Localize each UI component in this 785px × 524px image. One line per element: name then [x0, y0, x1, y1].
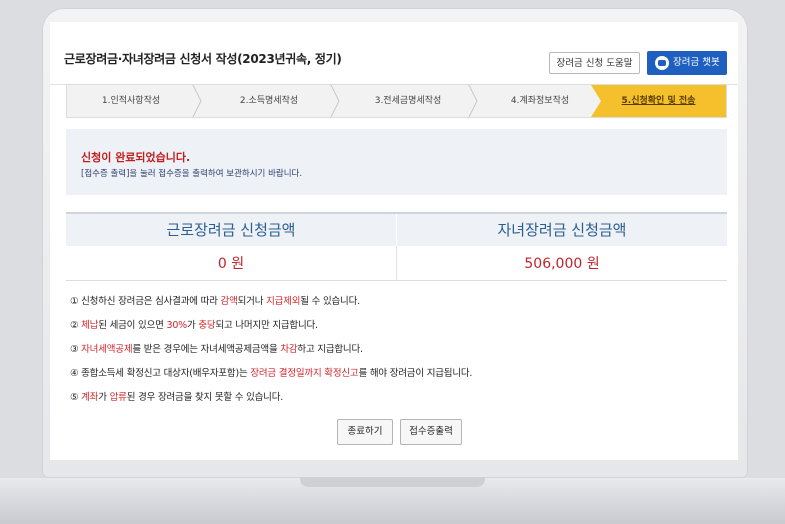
completion-notice: 신청이 완료되었습니다. [접수증 출력]을 눌러 접수증을 출력하여 보관하시… — [66, 129, 727, 195]
notice-item: ② 체납된 세금이 있으면 30%가 충당되고 나머지만 지급합니다. — [70, 317, 720, 341]
notice-text: ⑤ — [70, 392, 82, 403]
highlight-text: 자녀세액공제 — [81, 344, 133, 355]
step-4: 4.계좌정보작성 — [510, 96, 570, 106]
browser-screen: 근로장려금·자녀장려금 신청서 작성(2023년귀속, 정기) 장려금 신청 도… — [50, 22, 738, 460]
highlight-text: 계좌 — [81, 392, 99, 403]
help-button[interactable]: 장려금 신청 도움말 — [549, 52, 640, 74]
notice-text: 가 — [98, 392, 110, 403]
notice-list: ① 신청하신 장려금은 심사결과에 따라 감액되거나 지급제외될 수 있습니다.… — [70, 293, 720, 413]
step-separator-icon — [467, 85, 479, 117]
highlight-text: 체납 — [81, 320, 99, 331]
notice-text: 되거나 — [237, 296, 267, 307]
step-3: 3.전세금명세작성 — [374, 96, 442, 106]
highlight-text: 압류 — [109, 392, 127, 403]
print-receipt-button[interactable]: 접수증출력 — [400, 419, 462, 445]
earned-amount-value: 0 원 — [217, 256, 245, 272]
notice-subtitle: [접수증 출력]을 눌러 접수증을 출력하여 보관하시기 바랍니다. — [81, 169, 303, 179]
notice-text: 된 세금이 있으면 — [98, 320, 167, 331]
chatbot-button[interactable]: 장려금 챗봇 — [647, 51, 727, 75]
notice-text: 를 해야 장려금이 지급됩니다. — [358, 368, 473, 379]
notice-title: 신청이 완료되었습니다. — [81, 151, 191, 164]
highlight-text: 감액 — [220, 296, 238, 307]
earned-amount-header: 근로장려금 신청금액 — [66, 214, 396, 246]
step-1: 1.인적사항작성 — [101, 96, 161, 106]
amount-table: 근로장려금 신청금액 자녀장려금 신청금액 0 원 506,000 원 — [66, 212, 727, 281]
notice-item: ① 신청하신 장려금은 심사결과에 따라 감액되거나 지급제외될 수 있습니다. — [70, 293, 720, 317]
child-amount-value: 506,000 원 — [524, 256, 600, 272]
highlight-text: 차감 — [280, 344, 298, 355]
close-button[interactable]: 종료하기 — [337, 419, 393, 445]
child-amount-header: 자녀장려금 신청금액 — [397, 214, 727, 246]
step-5-active: 5.신청확인 및 전송 — [591, 85, 726, 117]
chatbot-label: 장려금 챗봇 — [673, 57, 720, 68]
notice-text: 되고 나머지만 지급합니다. — [215, 320, 318, 331]
page-header: 근로장려금·자녀장려금 신청서 작성(2023년귀속, 정기) 장려금 신청 도… — [50, 22, 738, 85]
notice-item: ③ 자녀세액공제를 받은 경우에는 자녀세액공제금액을 차감하고 지급합니다. — [70, 341, 720, 365]
highlight-text: 지급제외 — [266, 296, 301, 307]
notice-text: 하고 지급합니다. — [297, 344, 363, 355]
notice-item: ⑤ 계좌가 압류된 경우 장려금을 찾지 못할 수 있습니다. — [70, 389, 720, 413]
notice-text: ③ — [70, 344, 82, 355]
notice-text: ① 신청하신 장려금은 심사결과에 따라 — [70, 296, 221, 307]
step-separator-icon — [329, 85, 341, 117]
progress-steps: 1.인적사항작성 2.소득명세작성 3.전세금명세작성 4.계좌정보작성 5.신… — [66, 84, 727, 118]
notice-item: ④ 종합소득세 확정신고 대상자(배우자포함)는 장려금 결정일까지 확정신고를… — [70, 365, 720, 389]
notice-text: 를 받은 경우에는 자녀세액공제금액을 — [132, 344, 281, 355]
step-2: 2.소득명세작성 — [239, 96, 299, 106]
notice-text: ② — [70, 320, 82, 331]
notice-text: ④ 종합소득세 확정신고 대상자(배우자포함)는 — [70, 368, 251, 379]
highlight-text: 장려금 결정일까지 확정신고 — [250, 368, 359, 379]
notice-text: 된 경우 장려금을 찾지 못할 수 있습니다. — [126, 392, 284, 403]
step-separator-icon — [191, 85, 203, 117]
notice-text: 가 — [187, 320, 199, 331]
highlight-text: 30% — [166, 320, 187, 331]
highlight-text: 충당 — [198, 320, 216, 331]
chatbot-icon — [655, 56, 669, 70]
page-title: 근로장려금·자녀장려금 신청서 작성(2023년귀속, 정기) — [64, 52, 342, 66]
notice-text: 될 수 있습니다. — [300, 296, 360, 307]
laptop-base — [0, 478, 785, 524]
